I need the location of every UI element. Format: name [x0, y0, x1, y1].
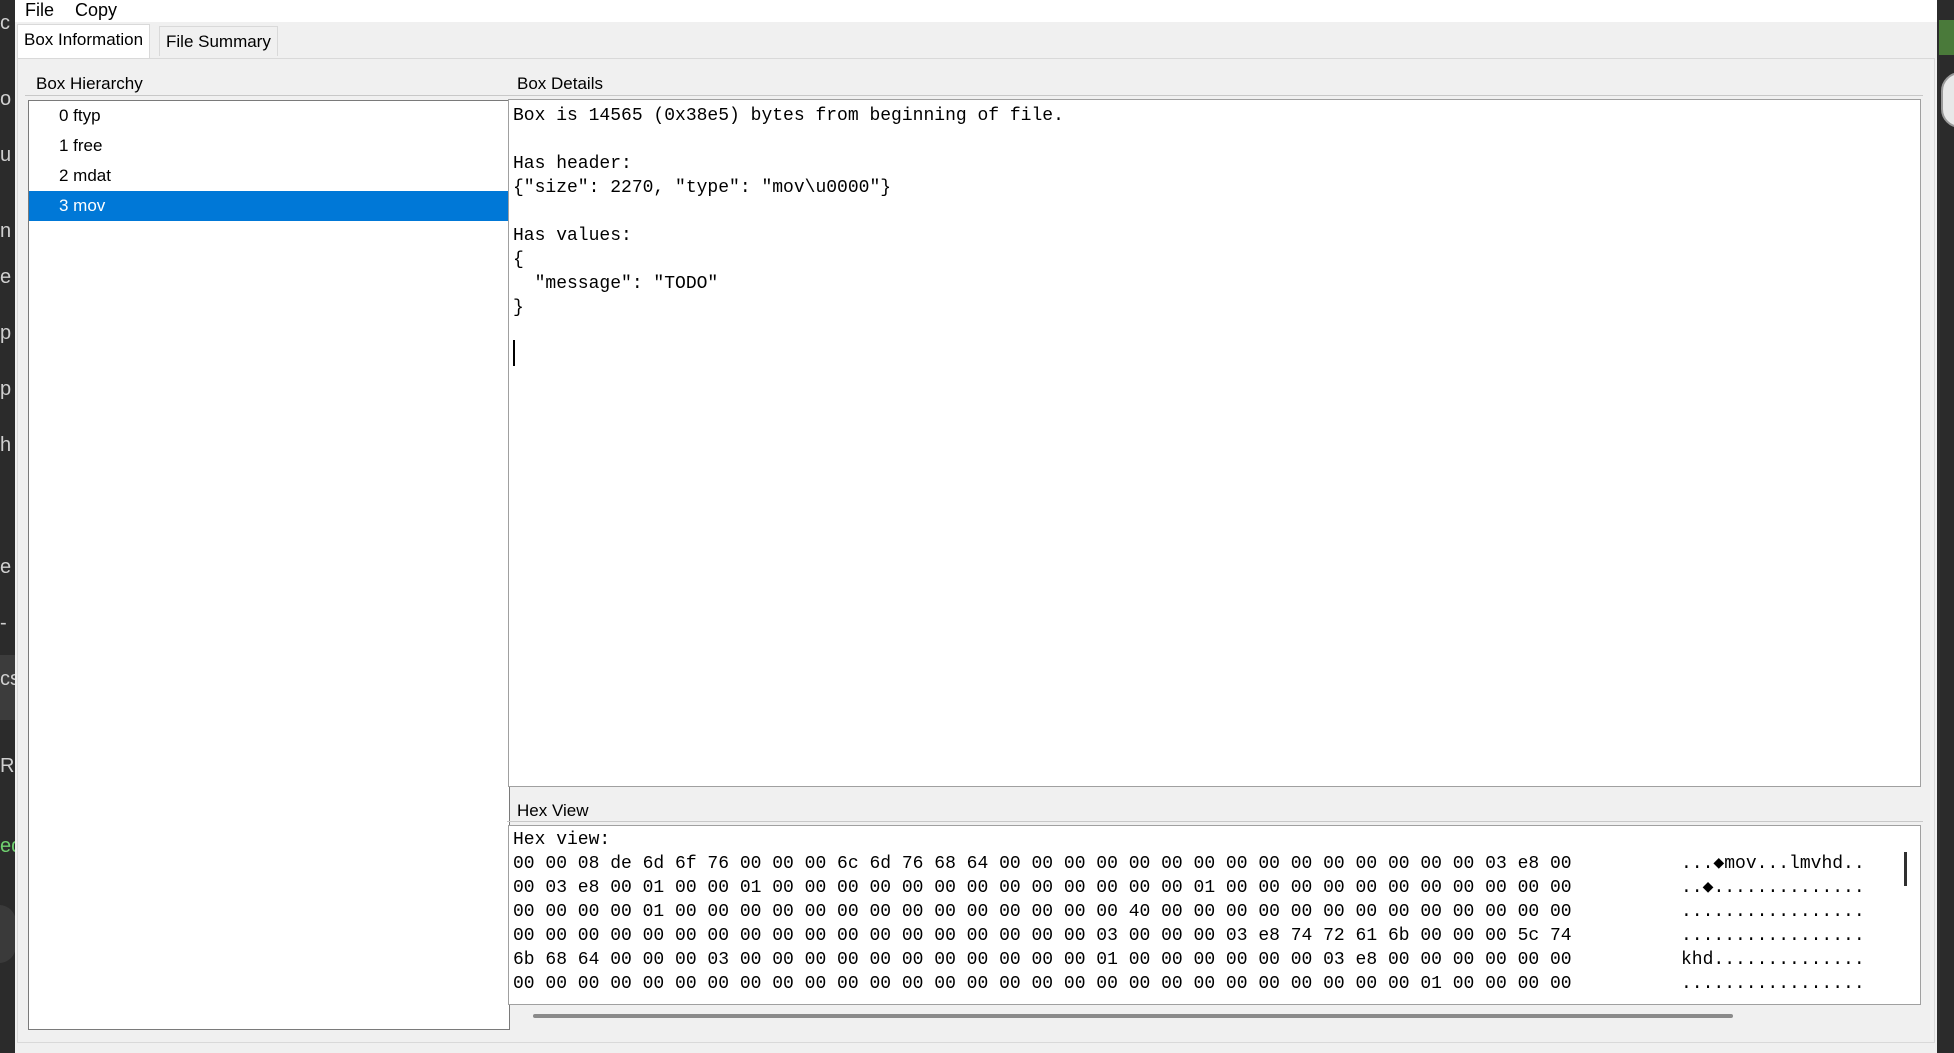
main-window: File Copy Box Information File Summary B…: [15, 0, 1937, 1053]
bg-fragment: n: [0, 220, 12, 242]
menu-bar: File Copy: [15, 0, 1937, 22]
box-hierarchy-list[interactable]: 0 ftyp 1 free 2 mdat 3 mov: [28, 100, 510, 1030]
tab-file-summary[interactable]: File Summary: [159, 26, 278, 56]
hex-row: 00 00 00 00 00 00 00 00 00 00 00 00 00 0…: [513, 974, 1572, 994]
tree-item-selected[interactable]: 3 mov: [29, 191, 509, 221]
bg-fragment: e: [0, 556, 12, 578]
group-border: [507, 95, 1923, 96]
box-details-content: Box is 14565 (0x38e5) bytes from beginni…: [513, 106, 1064, 318]
box-details-text-area[interactable]: Box is 14565 (0x38e5) bytes from beginni…: [508, 99, 1921, 787]
bg-fragment: u: [0, 144, 12, 166]
bg-fragment: c: [0, 12, 10, 34]
vertical-scrollbar-thumb[interactable]: [1904, 852, 1907, 886]
bg-fragment: e: [0, 266, 12, 288]
hex-view-text-area[interactable]: Hex view: 00 00 08 de 6d 6f 76 00 00 00 …: [508, 825, 1921, 1005]
ascii-row: .................: [1681, 926, 1865, 946]
bg-thumbnail: [1939, 20, 1954, 55]
hex-row: 6b 68 64 00 00 00 03 00 00 00 00 00 00 0…: [513, 950, 1572, 970]
ascii-row: .................: [1681, 974, 1865, 994]
hex-row: 00 03 e8 00 01 00 00 01 00 00 00 00 00 0…: [513, 878, 1572, 898]
bg-fragment: p: [0, 322, 12, 344]
hex-view-title: Hex View: [515, 801, 591, 821]
menu-copy[interactable]: Copy: [75, 0, 117, 20]
hex-row: 00 00 00 00 00 00 00 00 00 00 00 00 00 0…: [513, 926, 1572, 946]
bg-fragment: ed: [0, 835, 15, 857]
box-details-title: Box Details: [515, 74, 605, 94]
text-caret: [513, 340, 515, 366]
bg-circle: [0, 905, 15, 963]
hex-row: 00 00 00 00 01 00 00 00 00 00 00 00 00 0…: [513, 902, 1572, 922]
menu-file[interactable]: File: [25, 0, 54, 20]
tab-box-information[interactable]: Box Information: [17, 24, 151, 58]
box-hierarchy-title: Box Hierarchy: [34, 74, 145, 94]
ascii-row: .................: [1681, 902, 1865, 922]
ascii-row: khd..............: [1681, 950, 1865, 970]
tree-item[interactable]: 1 free: [29, 131, 509, 161]
tab-bar: Box Information File Summary: [15, 22, 1937, 58]
bg-fragment: -: [0, 612, 7, 634]
ascii-row: ...◆mov...lmvhd..: [1681, 854, 1865, 874]
bg-fragment: o: [0, 88, 12, 110]
bg-fragment: p: [0, 378, 12, 400]
group-border: [25, 95, 513, 96]
bg-fragment: cs: [0, 668, 15, 690]
tree-item[interactable]: 0 ftyp: [29, 101, 509, 131]
hex-row: 00 00 08 de 6d 6f 76 00 00 00 6c 6d 76 6…: [513, 854, 1572, 874]
tree-item[interactable]: 2 mdat: [29, 161, 509, 191]
bg-avatar: [1941, 72, 1954, 128]
ascii-row: ..◆..............: [1681, 878, 1865, 898]
horizontal-scrollbar[interactable]: [533, 1014, 1733, 1018]
bg-fragment: Ra: [0, 755, 15, 777]
hex-view-label: Hex view:: [513, 830, 611, 850]
background-app-left: c o u n e p p h e - cs Ra ed: [0, 0, 15, 1053]
bg-fragment: h: [0, 434, 12, 456]
group-border: [507, 821, 1923, 822]
background-app-right: [1937, 0, 1954, 1053]
